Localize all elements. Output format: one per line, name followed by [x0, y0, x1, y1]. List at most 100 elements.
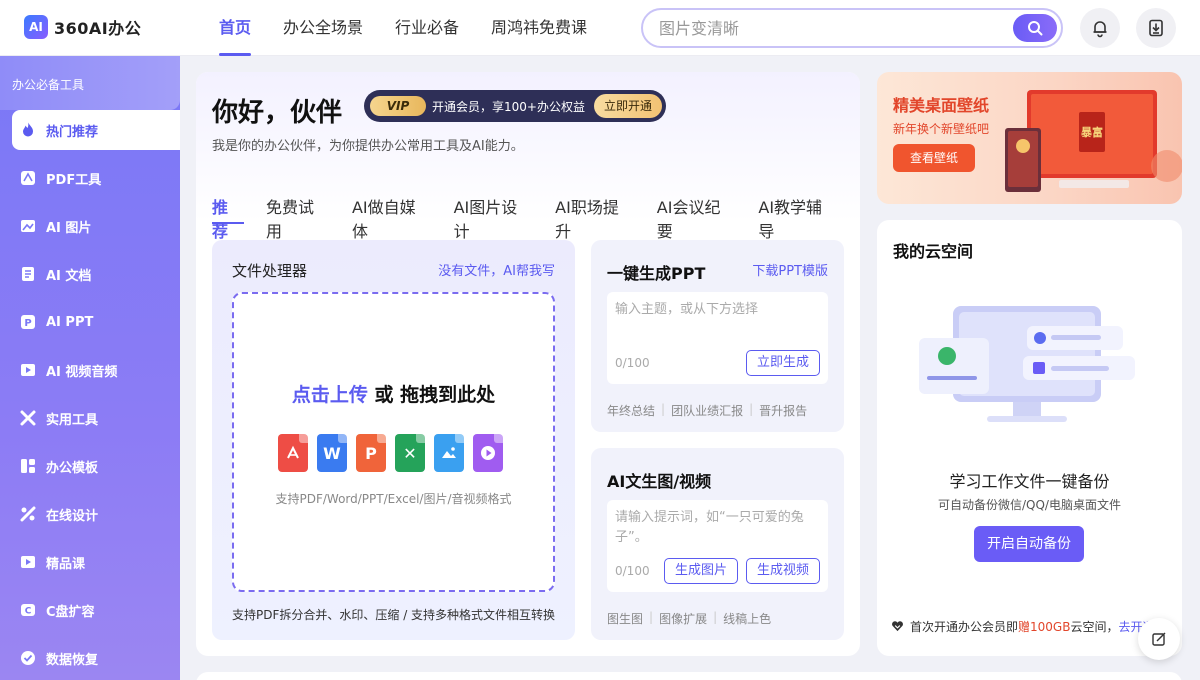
ai-gen-input-box: 0/100 生成图片 生成视频: [607, 500, 828, 592]
logo-text: 360AI办公: [54, 19, 142, 38]
ppt-input-box: 0/100 立即生成: [607, 292, 828, 384]
ai-gen-tag[interactable]: 线稿上色: [723, 610, 771, 627]
ai-gen-char-count: 0/100: [615, 564, 650, 578]
tab-ai-teaching[interactable]: AI教学辅导: [758, 194, 838, 241]
svg-text:C: C: [25, 607, 32, 617]
next-section-edge: [196, 672, 1182, 680]
sidebar-item-recover[interactable]: 数据恢复: [12, 638, 180, 678]
ai-gen-tag[interactable]: 图像扩展: [659, 610, 707, 627]
sidebar-item-label: 热门推荐: [46, 124, 99, 140]
sidebar-item-label: AI 文档: [46, 268, 92, 284]
app-logo[interactable]: AI 360AI办公: [24, 15, 141, 39]
ppt-tag[interactable]: 团队业绩汇报: [671, 402, 743, 419]
drag-text: 或 拖拽到此处: [367, 384, 496, 406]
ai-prompt-input[interactable]: [615, 508, 820, 556]
upload-link[interactable]: 点击上传: [292, 384, 368, 406]
sidebar: 办公必备工具 热门推荐 PDF工具 AI 图片 AI 文档 P AI PPT A…: [0, 56, 180, 680]
search-input[interactable]: [643, 10, 1003, 46]
image-file-icon: [434, 434, 464, 472]
generate-video-button[interactable]: 生成视频: [745, 558, 820, 584]
vip-open-button[interactable]: 立即开通: [593, 94, 662, 118]
supported-formats: 支持PDF/Word/PPT/Excel/图片/音视频格式: [275, 492, 512, 506]
ai-gen-tag[interactable]: 图生图: [607, 610, 643, 627]
banner-subtitle: 新年换个新壁纸吧: [893, 122, 990, 136]
ai-generation-panel: AI文生图/视频 0/100 生成图片 生成视频 图生图 | 图像扩展 | 线稿上色: [591, 448, 844, 640]
flame-icon: [18, 120, 38, 140]
sidebar-item-disk[interactable]: C C盘扩容: [12, 590, 180, 630]
main-card: 你好，伙伴 VIP 开通会员，享100+办公权益 立即开通 我是你的办公伙伴，为…: [196, 72, 860, 656]
download-ppt-template-link[interactable]: 下载PPT模版: [752, 260, 828, 279]
ai-write-link[interactable]: 没有文件，AI帮我写: [438, 260, 555, 279]
word-file-icon: W: [317, 434, 347, 472]
excel-file-icon: ✕: [395, 434, 425, 472]
ppt-tag[interactable]: 年终总结: [607, 402, 655, 419]
cloud-space-card: 我的云空间 学习工作文件一键备份 可自动备份微信/QQ/电脑桌面文件 开启自动备…: [877, 220, 1182, 656]
tab-free-trial[interactable]: 免费试用: [266, 194, 330, 241]
generate-ppt-button[interactable]: 立即生成: [745, 350, 820, 376]
file-type-icons: W P ✕: [278, 434, 503, 472]
search-icon: [1028, 21, 1043, 36]
sidebar-item-ai-ppt[interactable]: P AI PPT: [12, 302, 180, 342]
sidebar-item-templates[interactable]: 办公模板: [12, 446, 180, 486]
cloud-backup-illustration: [919, 306, 1135, 422]
greeting-title: 你好，伙伴: [212, 98, 343, 128]
sidebar-item-label: 数据恢复: [46, 652, 99, 668]
sidebar-item-ai-image[interactable]: AI 图片: [12, 206, 180, 246]
view-wallpaper-button[interactable]: 查看壁纸: [893, 144, 975, 172]
sidebar-item-label: 办公模板: [46, 460, 99, 476]
nav-item-free-course[interactable]: 周鸿祎免费课: [491, 0, 587, 56]
word-glyph: W: [323, 443, 341, 463]
tab-ai-meeting[interactable]: AI会议纪要: [657, 194, 737, 241]
sidebar-item-design[interactable]: 在线设计: [12, 494, 180, 534]
sidebar-item-label: AI 视频音频: [46, 364, 118, 380]
pdf-file-icon: [278, 434, 308, 472]
sidebar-item-course[interactable]: 精品课: [12, 542, 180, 582]
sidebar-item-pdf[interactable]: PDF工具: [12, 158, 180, 198]
disk-icon: C: [18, 600, 38, 620]
svg-text:P: P: [24, 318, 31, 329]
nav-item-home[interactable]: 首页: [219, 0, 252, 56]
cloud-description: 可自动备份微信/QQ/电脑桌面文件: [938, 498, 1121, 512]
download-icon: [1149, 19, 1163, 37]
ai-gen-title: AI文生图/视频: [607, 472, 712, 491]
sidebar-item-tools[interactable]: 实用工具: [12, 398, 180, 438]
cloud-headline: 学习工作文件一键备份: [949, 472, 1110, 491]
template-icon: [18, 456, 38, 476]
notification-button[interactable]: [1080, 8, 1120, 48]
video-file-icon: [473, 434, 503, 472]
sidebar-item-hot[interactable]: 热门推荐: [12, 110, 180, 150]
file-processor-footer: 支持PDF拆分合并、水印、压缩 / 支持多种格式文件相互转换: [232, 608, 556, 622]
excel-glyph: ✕: [403, 443, 417, 463]
vip-promo[interactable]: VIP 开通会员，享100+办公权益 立即开通: [364, 90, 666, 122]
ppt-char-count: 0/100: [615, 356, 650, 370]
enable-backup-button[interactable]: 开启自动备份: [974, 526, 1084, 562]
feedback-button[interactable]: [1138, 618, 1180, 660]
vip-badge: VIP: [370, 96, 426, 116]
promo-text-post: 云空间，: [1070, 620, 1119, 634]
sidebar-item-ai-doc[interactable]: AI 文档: [12, 254, 180, 294]
tab-ai-career[interactable]: AI职场提升: [555, 194, 635, 241]
tab-recommend[interactable]: 推荐: [212, 194, 244, 241]
file-dropzone[interactable]: 点击上传 或 拖拽到此处 W P ✕ 支持PDF/Word/PPT/Excel/…: [232, 292, 555, 592]
wallpaper-art-text: 暴富: [1080, 125, 1103, 139]
search-button[interactable]: [1013, 14, 1057, 42]
nav-item-industry[interactable]: 行业必备: [395, 0, 459, 56]
dropzone-prompt: 点击上传 或 拖拽到此处: [234, 380, 553, 407]
wallpaper-banner[interactable]: 精美桌面壁纸 新年换个新壁纸吧 查看壁纸 暴富: [877, 72, 1182, 204]
sidebar-item-label: PDF工具: [46, 172, 102, 188]
greeting-subtitle: 我是你的办公伙伴，为你提供办公常用工具及AI能力。: [212, 139, 524, 154]
tab-ai-media[interactable]: AI做自媒体: [352, 194, 432, 241]
generate-image-button[interactable]: 生成图片: [663, 558, 738, 584]
tag-separator: |: [749, 402, 754, 416]
ppt-tag[interactable]: 晋升报告: [759, 402, 807, 419]
promo-text-pre: 首次开通办公会员即: [910, 620, 1019, 634]
download-button[interactable]: [1136, 8, 1176, 48]
wallpaper-illustration: 暴富: [1005, 90, 1182, 192]
document-icon: [18, 264, 38, 284]
sidebar-item-ai-video[interactable]: AI 视频音频: [12, 350, 180, 390]
tab-ai-image-design[interactable]: AI图片设计: [454, 194, 534, 241]
ppt-topic-input[interactable]: [615, 300, 820, 348]
nav-item-office-scenes[interactable]: 办公全场景: [283, 0, 363, 56]
tools-icon: [18, 408, 38, 428]
cloud-title: 我的云空间: [893, 242, 974, 261]
